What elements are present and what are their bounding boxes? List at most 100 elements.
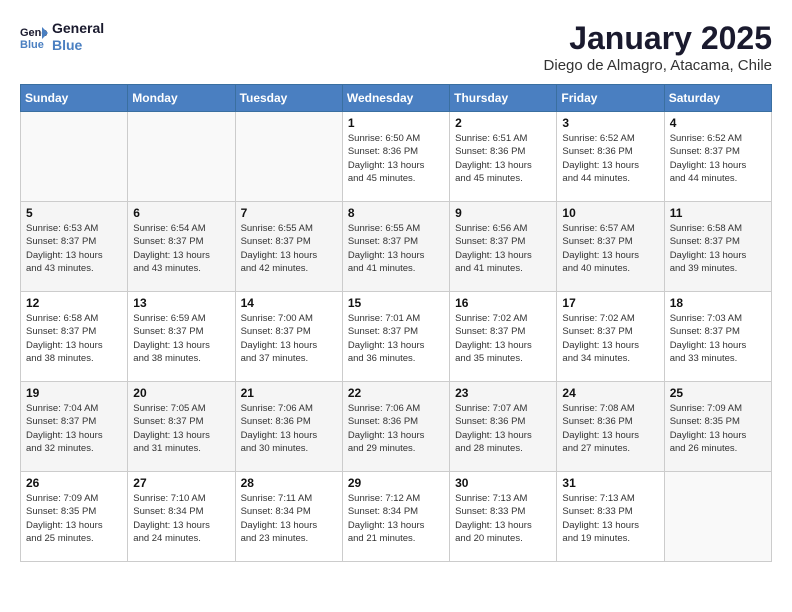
calendar-cell: 3Sunrise: 6:52 AM Sunset: 8:36 PM Daylig… xyxy=(557,112,664,202)
calendar-week-5: 26 Sunrise: 7:09 AM Sunset: 8:35 PM Dayli… xyxy=(21,472,772,562)
calendar-week-1: 1 Sunrise: 6:50 AM Sunset: 8:36 PM Daylig… xyxy=(21,112,772,202)
day-number: 9 xyxy=(455,206,551,220)
title-block: January 2025 Diego de Almagro, Atacama, … xyxy=(544,20,772,74)
calendar-cell: 25 Sunrise: 7:09 AM Sunset: 8:35 PM Dayli… xyxy=(664,382,771,472)
logo-line2: Blue xyxy=(52,37,104,54)
calendar-cell: 22Sunrise: 7:06 AM Sunset: 8:36 PM Dayli… xyxy=(342,382,449,472)
day-number: 18 xyxy=(670,296,766,310)
calendar-week-3: 12 Sunrise: 6:58 AM Sunset: 8:37 PM Dayli… xyxy=(21,292,772,382)
day-info: Sunrise: 6:55 AM Sunset: 8:37 PM Dayligh… xyxy=(241,222,337,275)
day-number: 20 xyxy=(133,386,229,400)
calendar-cell: 13 Sunrise: 6:59 AM Sunset: 8:37 PM Dayli… xyxy=(128,292,235,382)
day-info: Sunrise: 7:03 AM Sunset: 8:37 PM Dayligh… xyxy=(670,312,766,365)
calendar-cell: 17 Sunrise: 7:02 AM Sunset: 8:37 PM Dayli… xyxy=(557,292,664,382)
calendar-cell: 28Sunrise: 7:11 AM Sunset: 8:34 PM Dayli… xyxy=(235,472,342,562)
calendar-cell xyxy=(128,112,235,202)
calendar-cell: 20 Sunrise: 7:05 AM Sunset: 8:37 PM Dayli… xyxy=(128,382,235,472)
day-info: Sunrise: 7:02 AM Sunset: 8:37 PM Dayligh… xyxy=(562,312,658,365)
day-number: 12 xyxy=(26,296,122,310)
day-info: Sunrise: 7:09 AM Sunset: 8:35 PM Dayligh… xyxy=(670,402,766,455)
weekday-header-wednesday: Wednesday xyxy=(342,85,449,112)
calendar-cell: 12 Sunrise: 6:58 AM Sunset: 8:37 PM Dayli… xyxy=(21,292,128,382)
weekday-header-saturday: Saturday xyxy=(664,85,771,112)
calendar-body: 1 Sunrise: 6:50 AM Sunset: 8:36 PM Daylig… xyxy=(21,112,772,562)
day-number: 11 xyxy=(670,206,766,220)
calendar-cell: 10Sunrise: 6:57 AM Sunset: 8:37 PM Dayli… xyxy=(557,202,664,292)
day-info: Sunrise: 6:51 AM Sunset: 8:36 PM Dayligh… xyxy=(455,132,551,185)
calendar-cell: 5 Sunrise: 6:53 AM Sunset: 8:37 PM Daylig… xyxy=(21,202,128,292)
day-info: Sunrise: 7:00 AM Sunset: 8:37 PM Dayligh… xyxy=(241,312,337,365)
logo: General Blue General Blue xyxy=(20,20,104,54)
day-number: 2 xyxy=(455,116,551,130)
day-number: 31 xyxy=(562,476,658,490)
day-number: 15 xyxy=(348,296,444,310)
day-number: 14 xyxy=(241,296,337,310)
day-number: 19 xyxy=(26,386,122,400)
day-info: Sunrise: 6:58 AM Sunset: 8:37 PM Dayligh… xyxy=(26,312,122,365)
day-info: Sunrise: 7:01 AM Sunset: 8:37 PM Dayligh… xyxy=(348,312,444,365)
month-title: January 2025 xyxy=(544,20,772,57)
day-info: Sunrise: 7:09 AM Sunset: 8:35 PM Dayligh… xyxy=(26,492,122,545)
day-number: 28 xyxy=(241,476,337,490)
calendar-cell: 18 Sunrise: 7:03 AM Sunset: 8:37 PM Dayli… xyxy=(664,292,771,382)
day-info: Sunrise: 6:59 AM Sunset: 8:37 PM Dayligh… xyxy=(133,312,229,365)
calendar-cell: 23Sunrise: 7:07 AM Sunset: 8:36 PM Dayli… xyxy=(450,382,557,472)
day-number: 4 xyxy=(670,116,766,130)
calendar-table: SundayMondayTuesdayWednesdayThursdayFrid… xyxy=(20,84,772,562)
day-info: Sunrise: 7:13 AM Sunset: 8:33 PM Dayligh… xyxy=(455,492,551,545)
calendar-cell: 1 Sunrise: 6:50 AM Sunset: 8:36 PM Daylig… xyxy=(342,112,449,202)
page-header: General Blue General Blue January 2025 D… xyxy=(20,20,772,74)
calendar-cell: 31 Sunrise: 7:13 AM Sunset: 8:33 PM Dayli… xyxy=(557,472,664,562)
calendar-cell: 24 Sunrise: 7:08 AM Sunset: 8:36 PM Dayli… xyxy=(557,382,664,472)
day-number: 17 xyxy=(562,296,658,310)
day-number: 27 xyxy=(133,476,229,490)
weekday-header-friday: Friday xyxy=(557,85,664,112)
calendar-cell: 19Sunrise: 7:04 AM Sunset: 8:37 PM Dayli… xyxy=(21,382,128,472)
day-info: Sunrise: 7:08 AM Sunset: 8:36 PM Dayligh… xyxy=(562,402,658,455)
day-info: Sunrise: 6:52 AM Sunset: 8:36 PM Dayligh… xyxy=(562,132,658,185)
day-number: 8 xyxy=(348,206,444,220)
calendar-cell: 9 Sunrise: 6:56 AM Sunset: 8:37 PM Daylig… xyxy=(450,202,557,292)
day-number: 24 xyxy=(562,386,658,400)
day-info: Sunrise: 6:50 AM Sunset: 8:36 PM Dayligh… xyxy=(348,132,444,185)
day-info: Sunrise: 7:13 AM Sunset: 8:33 PM Dayligh… xyxy=(562,492,658,545)
calendar-cell: 4 Sunrise: 6:52 AM Sunset: 8:37 PM Daylig… xyxy=(664,112,771,202)
day-number: 22 xyxy=(348,386,444,400)
day-number: 5 xyxy=(26,206,122,220)
logo-line1: General xyxy=(52,20,104,37)
weekday-row: SundayMondayTuesdayWednesdayThursdayFrid… xyxy=(21,85,772,112)
day-number: 29 xyxy=(348,476,444,490)
day-number: 23 xyxy=(455,386,551,400)
calendar-cell xyxy=(235,112,342,202)
day-number: 26 xyxy=(26,476,122,490)
day-number: 16 xyxy=(455,296,551,310)
day-number: 1 xyxy=(348,116,444,130)
calendar-cell: 21Sunrise: 7:06 AM Sunset: 8:36 PM Dayli… xyxy=(235,382,342,472)
logo-icon: General Blue xyxy=(20,23,48,51)
day-number: 25 xyxy=(670,386,766,400)
weekday-header-thursday: Thursday xyxy=(450,85,557,112)
calendar-cell: 2 Sunrise: 6:51 AM Sunset: 8:36 PM Daylig… xyxy=(450,112,557,202)
weekday-header-monday: Monday xyxy=(128,85,235,112)
day-number: 30 xyxy=(455,476,551,490)
calendar-cell: 8Sunrise: 6:55 AM Sunset: 8:37 PM Daylig… xyxy=(342,202,449,292)
calendar-week-2: 5 Sunrise: 6:53 AM Sunset: 8:37 PM Daylig… xyxy=(21,202,772,292)
day-info: Sunrise: 7:02 AM Sunset: 8:37 PM Dayligh… xyxy=(455,312,551,365)
day-number: 13 xyxy=(133,296,229,310)
svg-text:Blue: Blue xyxy=(20,39,44,51)
day-info: Sunrise: 6:52 AM Sunset: 8:37 PM Dayligh… xyxy=(670,132,766,185)
day-info: Sunrise: 6:56 AM Sunset: 8:37 PM Dayligh… xyxy=(455,222,551,275)
calendar-cell: 29Sunrise: 7:12 AM Sunset: 8:34 PM Dayli… xyxy=(342,472,449,562)
weekday-header-sunday: Sunday xyxy=(21,85,128,112)
calendar-cell xyxy=(664,472,771,562)
day-info: Sunrise: 7:05 AM Sunset: 8:37 PM Dayligh… xyxy=(133,402,229,455)
calendar-cell: 16 Sunrise: 7:02 AM Sunset: 8:37 PM Dayli… xyxy=(450,292,557,382)
day-number: 10 xyxy=(562,206,658,220)
day-number: 7 xyxy=(241,206,337,220)
location: Diego de Almagro, Atacama, Chile xyxy=(544,57,772,74)
day-info: Sunrise: 6:53 AM Sunset: 8:37 PM Dayligh… xyxy=(26,222,122,275)
calendar-cell: 14 Sunrise: 7:00 AM Sunset: 8:37 PM Dayli… xyxy=(235,292,342,382)
calendar-cell xyxy=(21,112,128,202)
day-info: Sunrise: 7:06 AM Sunset: 8:36 PM Dayligh… xyxy=(241,402,337,455)
calendar-header: SundayMondayTuesdayWednesdayThursdayFrid… xyxy=(21,85,772,112)
